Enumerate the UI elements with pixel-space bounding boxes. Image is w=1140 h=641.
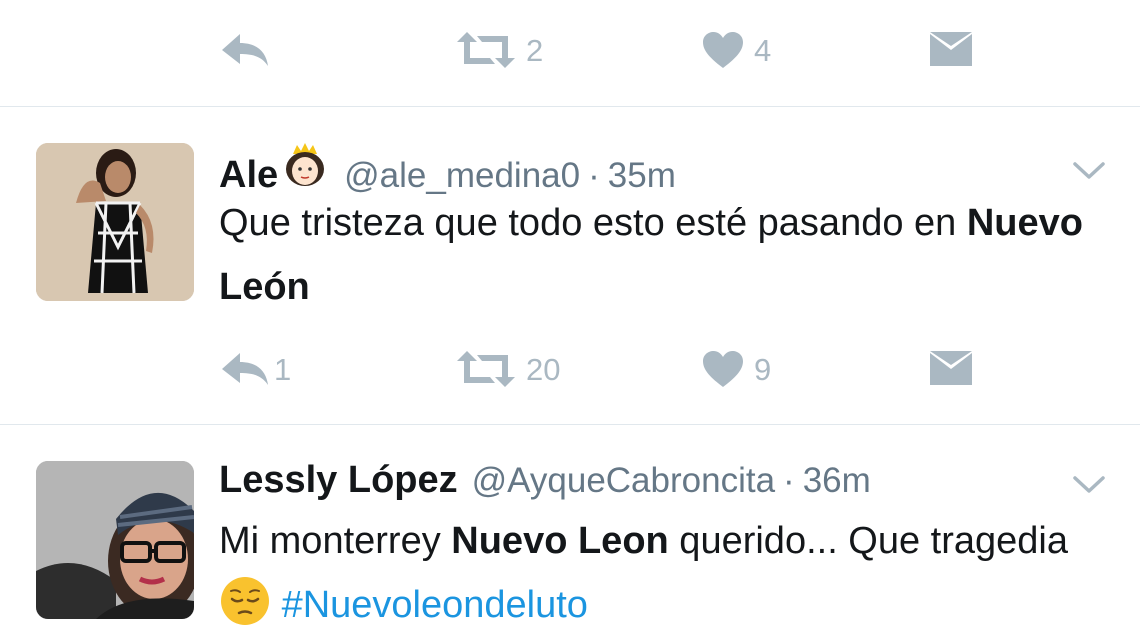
more-options-button[interactable] [1072, 473, 1106, 497]
tweet-text: Que tristeza que todo esto esté pasando … [219, 191, 1109, 319]
like-count: 4 [754, 32, 772, 68]
handle[interactable]: @AyqueCabroncita [472, 461, 775, 501]
avatar[interactable] [36, 461, 194, 619]
tweet-header: Ale @ale_medina0 · 35m [219, 141, 676, 197]
princess-emoji-icon [280, 141, 330, 187]
retweet-count: 20 [526, 351, 561, 387]
heart-icon [703, 32, 743, 68]
envelope-icon [930, 351, 972, 385]
timeline: 2 4 Ale @ale_medina0 · 35m Que tristeza … [0, 0, 1140, 641]
tweet[interactable]: Ale @ale_medina0 · 35m Que tristeza que … [0, 107, 1140, 424]
tweet[interactable]: Lessly López @AyqueCabroncita · 36m Mi m… [0, 425, 1140, 641]
avatar[interactable] [36, 143, 194, 301]
reply-icon [222, 34, 268, 66]
pensive-face-emoji-icon [219, 575, 271, 627]
tweet-text-part: Mi monterrey [219, 520, 452, 562]
tweet-header: Lessly López @AyqueCabroncita · 36m [219, 459, 871, 502]
reply-icon [222, 353, 268, 385]
separator: · [588, 156, 600, 195]
retweet-icon [457, 351, 515, 387]
tweet-actions-previous: 2 4 [0, 20, 1140, 80]
heart-icon [703, 351, 743, 387]
tweet-text: Mi monterrey Nuevo Leon querido... Que t… [219, 509, 1109, 637]
more-options-button[interactable] [1072, 159, 1106, 183]
reply-button[interactable]: 1 [220, 339, 291, 399]
like-button[interactable]: 4 [702, 20, 771, 80]
tweet-text-part: Que tristeza que todo esto esté pasando … [219, 202, 967, 244]
tweet-text-bold: Nuevo Leon [451, 520, 669, 562]
retweet-button[interactable]: 20 [456, 339, 560, 399]
like-button[interactable]: 9 [702, 339, 771, 399]
direct-message-button[interactable] [928, 339, 974, 399]
reply-count: 1 [274, 351, 292, 387]
separator: · [783, 461, 795, 500]
tweet-text-part: querido... Que tragedia [668, 520, 1069, 562]
direct-message-button[interactable] [928, 20, 974, 80]
handle[interactable]: @ale_medina0 [344, 156, 580, 196]
hashtag-link[interactable]: #Nuevoleondeluto [282, 584, 588, 626]
like-count: 9 [754, 351, 772, 387]
reply-button[interactable] [220, 20, 270, 80]
retweet-button[interactable]: 2 [456, 20, 543, 80]
envelope-icon [930, 32, 972, 66]
timestamp[interactable]: 36m [803, 461, 871, 501]
timestamp[interactable]: 35m [608, 156, 676, 196]
chevron-down-icon [1073, 162, 1105, 179]
retweet-icon [457, 32, 515, 68]
tweet-actions: 1 20 9 [0, 339, 1140, 399]
chevron-down-icon [1073, 476, 1105, 493]
retweet-count: 2 [526, 32, 544, 68]
display-name[interactable]: Lessly López [219, 459, 458, 502]
